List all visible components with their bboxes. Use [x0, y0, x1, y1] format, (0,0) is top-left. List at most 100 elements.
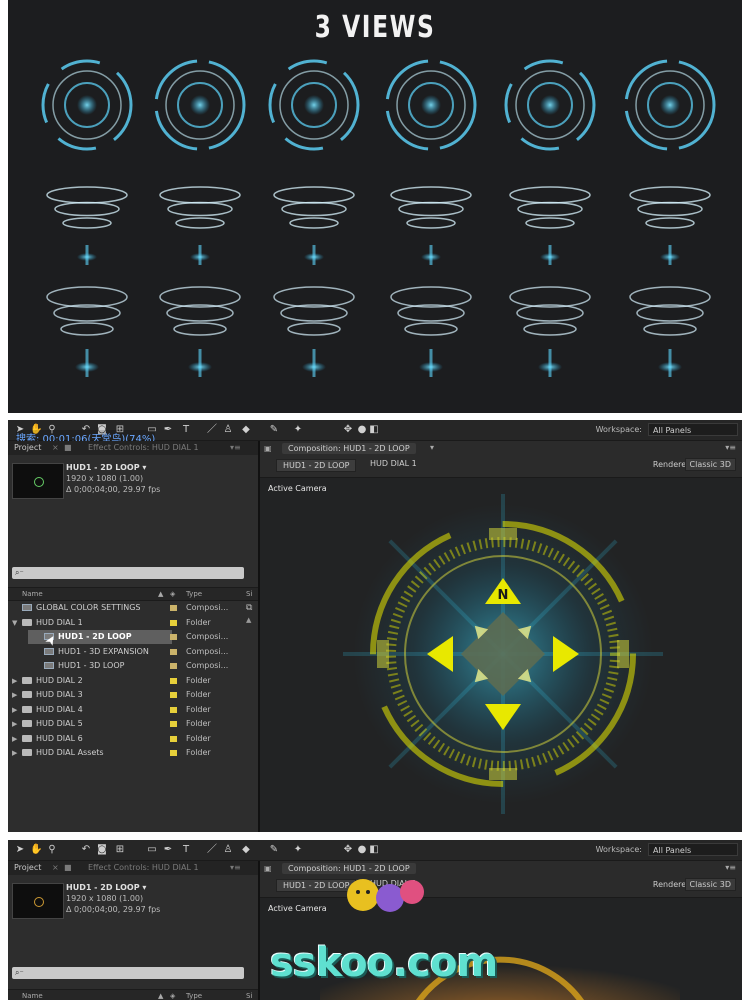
panel-menu-icon[interactable]: ▾≡ — [230, 863, 241, 872]
brush-tool-icon[interactable]: ／ — [206, 844, 218, 856]
tools-toolbar-2: ➤ ✋ ⚲ ↶ ◙ ⊞ ▭ ✒ T ／ ♙ ◆ ✎ ✦ ✥ ● ◧ Worksp… — [8, 840, 742, 861]
lock-icon[interactable]: ▣ — [264, 444, 272, 453]
collapsed-arrow-icon[interactable]: ▶ — [12, 720, 17, 728]
tab-effect-controls[interactable]: Effect Controls: HUD DIAL 1 — [88, 863, 199, 872]
comp-thumbnail — [12, 463, 64, 499]
label-col-icon[interactable]: ◈ — [170, 590, 175, 598]
project-search-input[interactable]: ⌕⁻ — [12, 567, 244, 579]
roto-brush-tool-icon[interactable]: ✎ — [268, 844, 280, 856]
panel-menu-icon[interactable]: ▾≡ — [230, 443, 241, 452]
type-tool-icon[interactable]: T — [180, 844, 192, 856]
label-col-icon[interactable]: ◈ — [170, 992, 175, 1000]
dial-front-core-glow — [660, 95, 680, 115]
close-icon[interactable]: × — [52, 443, 59, 452]
workspace-select[interactable]: All Panels — [648, 423, 738, 436]
composition-viewer[interactable]: Active Camera N — [260, 477, 742, 832]
folder-icon — [22, 734, 32, 742]
close-icon[interactable]: × — [52, 863, 59, 872]
collapsed-arrow-icon[interactable]: ▶ — [12, 677, 17, 685]
sort-icon[interactable]: ▲ — [158, 992, 163, 1000]
roto-brush-tool-icon[interactable]: ✎ — [268, 424, 280, 436]
camera-tool-icon[interactable]: ◙ — [96, 844, 108, 856]
label-color-swatch[interactable] — [170, 692, 177, 698]
zoom-tool-icon[interactable]: ⚲ — [46, 844, 58, 856]
label-color-swatch[interactable] — [170, 634, 177, 640]
scroll-up-icon[interactable]: ▲ — [246, 616, 251, 624]
renderer-select[interactable]: Classic 3D — [684, 878, 736, 891]
view-axis-icon[interactable]: ◧ — [368, 844, 380, 856]
project-item-row[interactable]: ▶ HUD DIAL 3 Folder — [8, 688, 258, 703]
lock-icon[interactable]: ▣ — [264, 864, 272, 873]
project-search-input[interactable]: ⌕⁻ — [12, 967, 244, 979]
collapsed-arrow-icon[interactable]: ▶ — [12, 749, 17, 757]
breadcrumb-comp[interactable]: HUD1 - 2D LOOP — [276, 459, 357, 472]
tab-effect-controls[interactable]: Effect Controls: HUD DIAL 1 — [88, 443, 199, 452]
col-type[interactable]: Type — [186, 992, 202, 1000]
axis-mode-icon[interactable]: ✥ — [342, 844, 354, 856]
tab-composition[interactable]: Composition: HUD1 - 2D LOOP — [282, 443, 416, 454]
panel-menu-icon[interactable]: ▾≡ — [725, 863, 736, 872]
project-item-row[interactable]: ▶ HUD DIAL 2 Folder — [8, 674, 258, 689]
label-color-swatch[interactable] — [170, 706, 177, 713]
label-color-swatch[interactable] — [170, 619, 177, 626]
workspace-select[interactable]: All Panels — [648, 843, 738, 856]
brush-tool-icon[interactable]: ／ — [206, 424, 218, 436]
breadcrumb-parent[interactable]: HUD DIAL 1 — [370, 459, 417, 468]
project-item-row[interactable]: HUD1 - 3D EXPANSION Composi... — [8, 645, 258, 660]
clone-stamp-tool-icon[interactable]: ♙ — [222, 424, 234, 436]
axis-mode-icon[interactable]: ✥ — [342, 424, 354, 436]
label-color-swatch[interactable] — [170, 721, 177, 727]
label-color-swatch[interactable] — [170, 750, 177, 756]
collapsed-arrow-icon[interactable]: ▶ — [12, 691, 17, 699]
project-item-type: Folder — [186, 617, 211, 627]
eraser-tool-icon[interactable]: ◆ — [240, 844, 252, 856]
rectangle-tool-icon[interactable]: ▭ — [146, 844, 158, 856]
col-name[interactable]: Name — [22, 992, 43, 1000]
rotate-tool-icon[interactable]: ↶ — [80, 844, 92, 856]
col-type[interactable]: Type — [186, 590, 202, 598]
pan-behind-tool-icon[interactable]: ⊞ — [114, 844, 126, 856]
puppet-pin-tool-icon[interactable]: ✦ — [292, 844, 304, 856]
clone-stamp-tool-icon[interactable]: ♙ — [222, 844, 234, 856]
eraser-tool-icon[interactable]: ◆ — [240, 424, 252, 436]
world-axis-icon[interactable]: ● — [356, 424, 368, 436]
renderer-select[interactable]: Classic 3D — [684, 458, 736, 471]
project-item-row[interactable]: ▶ HUD DIAL 6 Folder — [8, 732, 258, 747]
project-item-row[interactable]: ▶ HUD DIAL 4 Folder — [8, 703, 258, 718]
pen-tool-icon[interactable]: ✒ — [162, 844, 174, 856]
collapsed-arrow-icon[interactable]: ▶ — [12, 706, 17, 714]
expanded-arrow-icon[interactable]: ▼ — [12, 619, 17, 627]
label-color-swatch[interactable] — [170, 605, 177, 611]
project-item-row[interactable]: ▶ HUD DIAL 5 Folder — [8, 717, 258, 732]
col-name[interactable]: Name — [22, 590, 43, 598]
label-color-swatch[interactable] — [170, 648, 177, 655]
project-item-row[interactable]: HUD1 - 3D LOOP Composi... — [8, 659, 258, 674]
selection-tool-icon[interactable]: ➤ — [14, 844, 26, 856]
project-item-row[interactable]: ▶ HUD DIAL Assets Folder — [8, 746, 258, 761]
world-axis-icon[interactable]: ● — [356, 844, 368, 856]
flowchart-icon[interactable]: ⧉ — [246, 603, 252, 613]
type-tool-icon[interactable]: T — [180, 424, 192, 436]
puppet-pin-tool-icon[interactable]: ✦ — [292, 424, 304, 436]
label-color-swatch[interactable] — [170, 663, 177, 669]
hand-tool-icon[interactable]: ✋ — [30, 844, 42, 856]
project-item-row[interactable]: GLOBAL COLOR SETTINGS Composi... — [8, 601, 258, 616]
tab-dropdown-icon[interactable]: ▾ — [430, 443, 434, 452]
project-item-row[interactable]: ▼ HUD DIAL 1 Folder — [8, 616, 258, 631]
tab-project[interactable]: Project — [14, 443, 41, 452]
pen-tool-icon[interactable]: ✒ — [162, 424, 174, 436]
col-size[interactable]: Si — [246, 992, 252, 1000]
label-color-swatch[interactable] — [170, 677, 177, 684]
col-size[interactable]: Si — [246, 590, 252, 598]
project-item-type: Folder — [186, 719, 211, 728]
view-axis-icon[interactable]: ◧ — [368, 424, 380, 436]
sort-icon[interactable]: ▲ — [158, 590, 163, 598]
tab-project[interactable]: Project — [14, 863, 41, 872]
label-color-swatch[interactable] — [170, 735, 177, 742]
panel-menu-icon[interactable]: ▾≡ — [725, 443, 736, 452]
project-panel: Project × ■ Effect Controls: HUD DIAL 1 … — [8, 441, 260, 832]
collapsed-arrow-icon[interactable]: ▶ — [12, 735, 17, 743]
comp-info-name[interactable]: HUD1 - 2D LOOP ▾ — [66, 883, 146, 892]
composition-icon — [44, 647, 54, 655]
comp-info-name[interactable]: HUD1 - 2D LOOP ▾ — [66, 463, 146, 472]
